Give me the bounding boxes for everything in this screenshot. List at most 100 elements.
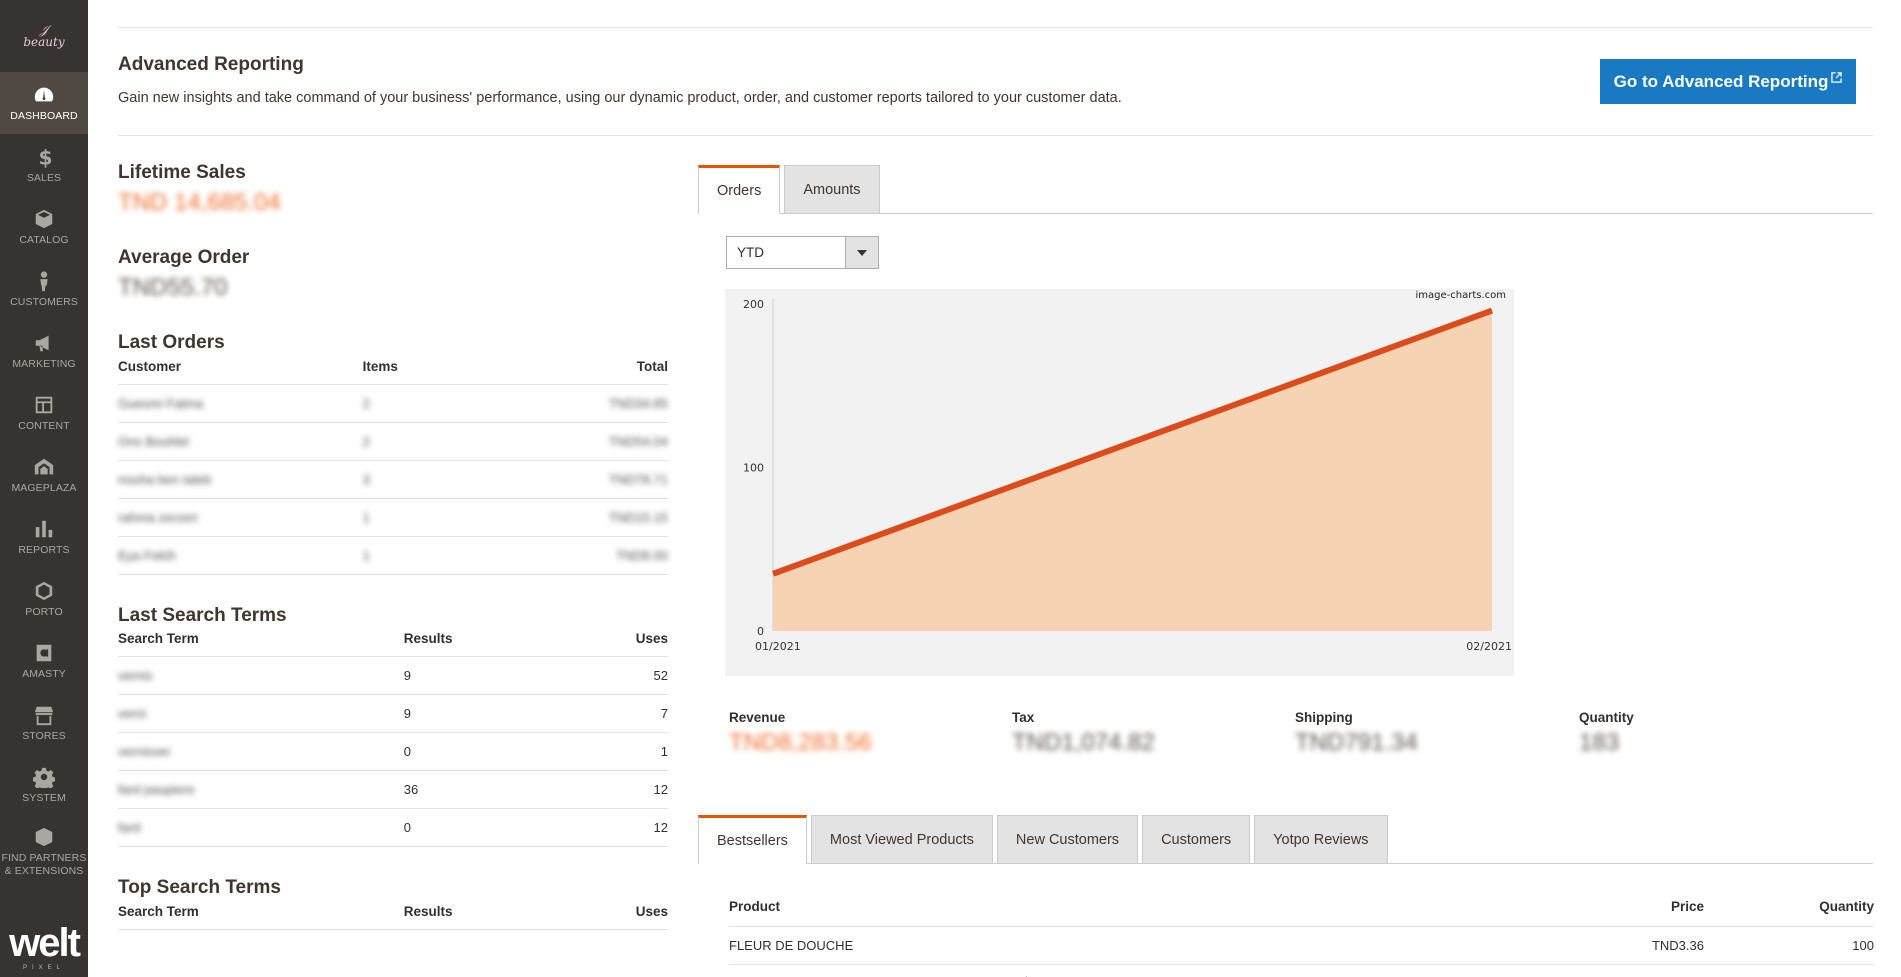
y-tick-label: 200	[743, 298, 764, 311]
advanced-reporting-title: Advanced Reporting	[118, 54, 304, 75]
column-header: Total	[512, 354, 668, 385]
total-tax: Tax TND1,074.82	[1012, 710, 1155, 757]
x-tick-label: 01/2021	[755, 640, 801, 653]
sidebar-label: CONTENT	[18, 420, 70, 433]
table-row[interactable]: vernisver 0 1	[118, 732, 668, 771]
divider	[118, 27, 1873, 28]
total-value: TND1,074.82	[1012, 729, 1155, 756]
sidebar-item-amasty[interactable]: AMASTY	[0, 630, 88, 692]
column-header: Uses	[553, 899, 668, 930]
average-order: Average Order TND55.70	[118, 247, 668, 302]
table-row[interactable]: verni 9 7	[118, 694, 668, 733]
y-tick-label: 0	[757, 625, 764, 638]
sidebar-item-reports[interactable]: REPORTS	[0, 506, 88, 568]
go-to-advanced-reporting-button[interactable]: Go to Advanced Reporting	[1600, 59, 1856, 104]
sidebar-item-content[interactable]: CONTENT	[0, 382, 88, 444]
chevron-down-icon	[845, 237, 878, 268]
button-label: Go to Advanced Reporting	[1613, 71, 1829, 91]
top-search-terms-section: Top Search Terms Search Term Results Use…	[118, 877, 668, 930]
last-search-terms-title: Last Search Terms	[118, 604, 287, 626]
last-search-terms-table: Search Term Results Uses vernis 9 52 verni…	[118, 626, 668, 847]
welt-pixel-logo: welt PIXEL	[9, 921, 81, 971]
gear-icon	[33, 765, 55, 789]
sidebar-item-customers[interactable]: CUSTOMERS	[0, 258, 88, 320]
lifetime-sales-value: TND 14,685.04	[118, 189, 281, 216]
total-shipping: Shipping TND791.34	[1295, 710, 1418, 757]
total-label: Shipping	[1295, 710, 1353, 725]
total-quantity: Quantity 183	[1579, 710, 1634, 757]
sidebar-item-find-partners[interactable]: FIND PARTNERS & EXTENSIONS	[0, 816, 88, 886]
sidebar-item-catalog[interactable]: CATALOG	[0, 196, 88, 258]
total-value: TND8,283.56	[729, 729, 872, 756]
total-value: TND791.34	[1295, 729, 1418, 756]
total-label: Revenue	[729, 710, 786, 725]
column-header: Uses	[553, 626, 668, 657]
sidebar-label: PORTO	[25, 606, 63, 619]
svg-text:$: $	[39, 146, 53, 168]
table-row[interactable]: Eya Fekih 1 TND8.00	[118, 536, 668, 575]
average-order-value: TND55.70	[118, 274, 228, 301]
table-row[interactable]: WONDERFUL CUSHION ENLUMINEUR VISAGE ÉCLA…	[729, 964, 1874, 977]
sidebar-label: FIND PARTNERS & EXTENSIONS	[1, 852, 87, 877]
bars-icon	[33, 517, 55, 541]
dashboard-left-column: Lifetime Sales TND 14,685.04 Average Ord…	[118, 162, 668, 930]
total-label: Tax	[1012, 710, 1035, 725]
extensions-icon	[33, 825, 55, 849]
table-row[interactable]: vernis 9 52	[118, 656, 668, 695]
sidebar-item-stores[interactable]: STORES	[0, 692, 88, 754]
tab-customers[interactable]: Customers	[1142, 815, 1251, 863]
bestsellers-table: Product Price Quantity FLEUR DE DOUCHE T…	[729, 888, 1874, 977]
lifetime-sales-label: Lifetime Sales	[118, 162, 246, 183]
last-orders-table: Customer Items Total Guesmi Fatma 2 TND34.…	[118, 354, 668, 575]
dashboard-main: Advanced Reporting Gain new insights and…	[118, 0, 1874, 977]
megaphone-icon	[33, 331, 55, 355]
column-header: Results	[403, 626, 554, 657]
sidebar-item-mageplaza[interactable]: MAGEPLAZA	[0, 444, 88, 506]
column-header: Price	[1584, 888, 1704, 927]
table-row[interactable]: FLEUR DE DOUCHE TND3.36 100	[729, 926, 1874, 965]
sidebar-item-dashboard[interactable]: DASHBOARD	[0, 72, 88, 134]
tab-orders[interactable]: Orders	[698, 165, 781, 214]
column-header: Search Term	[118, 899, 404, 930]
mageplaza-icon	[33, 455, 55, 479]
table-row[interactable]: fard 0 12	[118, 808, 668, 847]
grid-tabs: Bestsellers Most Viewed Products New Cus…	[698, 815, 1873, 864]
table-row[interactable]: rahma zerzeri 1 TND15.15	[118, 498, 668, 537]
chart-watermark: image-charts.com	[1416, 290, 1507, 301]
tab-yotpo-reviews[interactable]: Yotpo Reviews	[1254, 815, 1388, 863]
tab-new-customers[interactable]: New Customers	[996, 815, 1139, 863]
sidebar-item-porto[interactable]: PORTO	[0, 568, 88, 630]
advanced-reporting-description: Gain new insights and take command of yo…	[118, 90, 1122, 106]
top-search-terms-title: Top Search Terms	[118, 877, 281, 898]
sidebar-item-sales[interactable]: $ SALES	[0, 134, 88, 196]
store-icon	[33, 703, 55, 727]
table-row[interactable]: nouha ben taleb 3 TND78.71	[118, 460, 668, 499]
sidebar-label: STORES	[22, 730, 66, 743]
period-selected-value: YTD	[737, 245, 764, 260]
sidebar-item-marketing[interactable]: MARKETING	[0, 320, 88, 382]
column-header: Quantity	[1704, 888, 1874, 927]
dollar-icon: $	[33, 145, 55, 169]
external-link-icon	[1831, 72, 1843, 83]
table-row[interactable]: Ons Bouhlel 2 TND54.04	[118, 422, 668, 461]
tab-most-viewed-products[interactable]: Most Viewed Products	[810, 815, 993, 863]
logo-mark-icon: 𝒥beauty	[23, 23, 65, 49]
last-orders-section: Last Orders Customer Items Total Guesmi …	[118, 332, 668, 575]
sidebar-label: MARKETING	[12, 358, 76, 371]
table-row[interactable]: Guesmi Fatma 2 TND34.85	[118, 384, 668, 423]
hexagon-icon	[33, 579, 55, 603]
column-header: Search Term	[118, 626, 404, 657]
chart-tabs: Orders Amounts	[698, 165, 1873, 214]
tab-amounts[interactable]: Amounts	[784, 165, 880, 213]
admin-sidebar: 𝒥beauty DASHBOARD $ SALES CATALOG CUSTOM…	[0, 0, 88, 977]
total-revenue: Revenue TND8,283.56	[729, 710, 872, 757]
dashboard-icon	[33, 83, 55, 107]
box-icon	[33, 207, 55, 231]
table-row[interactable]: fard paupiere 36 12	[118, 770, 668, 809]
sidebar-item-system[interactable]: SYSTEM	[0, 754, 88, 816]
store-logo[interactable]: 𝒥beauty	[0, 0, 88, 72]
total-label: Quantity	[1579, 710, 1634, 725]
tab-bestsellers[interactable]: Bestsellers	[698, 815, 807, 864]
column-header: Items	[362, 354, 513, 385]
period-select[interactable]: YTD	[726, 236, 879, 269]
